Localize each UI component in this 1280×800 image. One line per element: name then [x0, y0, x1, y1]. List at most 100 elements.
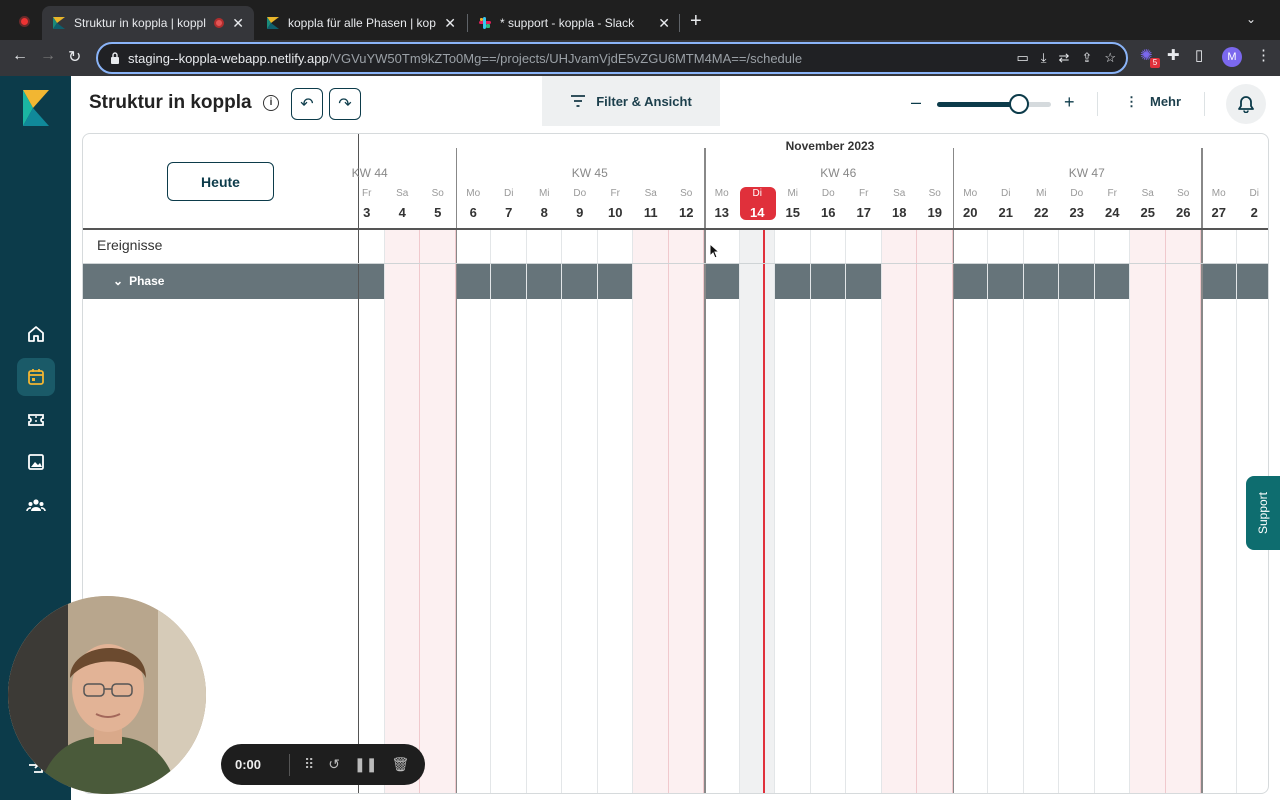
koppla-logo[interactable]: [21, 88, 51, 128]
day-column[interactable]: [527, 228, 562, 793]
day-column[interactable]: [739, 228, 775, 793]
day-number: 4: [398, 205, 406, 220]
day-name: Sa: [893, 188, 906, 199]
sidebar-item-home[interactable]: [17, 315, 55, 353]
trash-icon[interactable]: 🗑: [391, 756, 409, 773]
day-name: Di: [752, 188, 762, 199]
zoom-slider[interactable]: [937, 102, 1051, 107]
tab-title: * support - koppla - Slack: [500, 16, 635, 30]
week-label: KW 47: [1068, 166, 1105, 180]
tab-title: koppla für alle Phasen | koppla: [288, 16, 437, 30]
translate-icon[interactable]: ⇄: [1059, 50, 1070, 66]
close-tab-icon[interactable]: ✕: [658, 15, 670, 32]
browser-tab-3[interactable]: * support - koppla - Slack ✕: [468, 6, 680, 40]
day-name: Mo: [466, 188, 481, 199]
day-column[interactable]: [1201, 228, 1237, 793]
new-tab-icon[interactable]: +: [690, 10, 702, 33]
camera-icon[interactable]: ▭: [1016, 50, 1028, 66]
day-column[interactable]: [633, 228, 669, 793]
day-column[interactable]: [562, 228, 598, 793]
day-name: Di: [504, 188, 514, 199]
address-bar[interactable]: staging--koppla-webapp.netlify.app/VGVuY…: [96, 42, 1128, 74]
day-column[interactable]: [775, 228, 811, 793]
day-number: 26: [1176, 205, 1191, 220]
reload-icon[interactable]: ↻: [68, 47, 81, 67]
sidebar-item-tickets[interactable]: [17, 401, 55, 439]
info-icon[interactable]: i: [263, 95, 279, 111]
timeline-grid[interactable]: November 2023 Fr 3 Sa 4 So 5 Mo 6 Di 7 Mi 8 Do 9 Fr 10 S…: [352, 134, 1268, 793]
webcam-bubble[interactable]: [8, 596, 206, 794]
day-name: So: [431, 188, 444, 199]
day-column[interactable]: [598, 228, 633, 793]
pause-icon[interactable]: ❚❚: [354, 756, 377, 773]
day-column[interactable]: [917, 228, 953, 793]
day-name: Fr: [610, 188, 620, 199]
day-column[interactable]: [846, 228, 882, 793]
day-column[interactable]: [881, 228, 917, 793]
phase-toggle[interactable]: ⌄ Phase: [113, 274, 164, 288]
side-panel-icon[interactable]: ▯: [1195, 46, 1203, 64]
schedule-panel: Heute Ereignisse ⌄ Phase November 2023 F…: [82, 133, 1269, 794]
day-column[interactable]: [491, 228, 527, 793]
filter-view-button[interactable]: Filter & Ansicht: [542, 76, 720, 126]
day-column[interactable]: [953, 228, 988, 793]
week-label: KW 46: [820, 166, 857, 180]
day-column[interactable]: [456, 228, 491, 793]
undo-button[interactable]: ↶: [291, 88, 323, 120]
more-menu-button[interactable]: ⋮ Mehr: [1125, 94, 1181, 110]
day-name: Di: [1249, 188, 1259, 199]
day-column[interactable]: [1059, 228, 1095, 793]
day-name: Do: [821, 188, 835, 199]
day-column[interactable]: [811, 228, 846, 793]
recorder-divider: [289, 753, 290, 776]
day-name: Mi: [787, 188, 799, 199]
forward-arrow-icon[interactable]: →: [40, 47, 56, 65]
filter-icon: [571, 95, 586, 107]
browser-tab-2[interactable]: koppla für alle Phasen | koppla ✕: [256, 6, 466, 40]
day-name: Do: [573, 188, 587, 199]
day-column[interactable]: [349, 228, 385, 793]
restart-icon[interactable]: ↺: [328, 756, 340, 773]
zoom-slider-handle[interactable]: [1009, 94, 1030, 114]
profile-avatar[interactable]: M: [1222, 47, 1242, 67]
support-tab[interactable]: Support: [1246, 476, 1280, 550]
day-column[interactable]: [988, 228, 1024, 793]
sidebar-item-images[interactable]: [17, 443, 55, 481]
day-column[interactable]: [704, 228, 740, 793]
chevron-down-icon: ⌄: [113, 274, 124, 288]
back-arrow-icon[interactable]: ←: [12, 47, 28, 65]
calendar-icon: [28, 369, 44, 385]
kebab-menu-icon[interactable]: ⋮: [1256, 46, 1271, 64]
day-column[interactable]: [1095, 228, 1130, 793]
zoom-out-button[interactable]: –: [911, 92, 921, 113]
day-column[interactable]: [384, 228, 420, 793]
install-icon[interactable]: ⤓: [1041, 50, 1047, 66]
day-column[interactable]: [1165, 228, 1201, 793]
day-number: 7: [505, 205, 513, 220]
sidebar-item-schedule[interactable]: [17, 358, 55, 396]
url-path: /VGVuYW50Tm9kZTo0Mg==/projects/UHJvamVjd…: [328, 50, 803, 66]
today-button[interactable]: Heute: [167, 162, 274, 201]
notifications-button[interactable]: [1226, 84, 1266, 124]
drag-handle-icon[interactable]: ⠿: [304, 756, 314, 773]
day-column[interactable]: [668, 228, 704, 793]
week-label: KW 44: [351, 166, 388, 180]
puzzle-extensions-icon[interactable]: ✚: [1167, 46, 1180, 64]
header-divider: [1097, 92, 1098, 116]
browser-tab-1[interactable]: Struktur in koppla | koppla ✕: [42, 6, 254, 40]
day-column[interactable]: [1130, 228, 1166, 793]
close-tab-icon[interactable]: ✕: [232, 15, 244, 32]
zoom-in-button[interactable]: +: [1064, 92, 1075, 113]
day-column[interactable]: [420, 228, 456, 793]
chevron-down-icon[interactable]: ⌄: [1246, 12, 1256, 26]
tab-recording-icon: [214, 18, 225, 28]
lock-icon: [111, 52, 119, 64]
day-column[interactable]: [1024, 228, 1059, 793]
sidebar-item-team[interactable]: [17, 486, 55, 524]
bookmark-star-icon[interactable]: ☆: [1104, 50, 1116, 66]
close-tab-icon[interactable]: ✕: [444, 15, 456, 32]
day-name: So: [1177, 188, 1190, 199]
share-icon[interactable]: ⇪: [1081, 50, 1092, 66]
filter-view-label: Filter & Ansicht: [596, 93, 692, 109]
redo-button[interactable]: ↷: [329, 88, 361, 120]
